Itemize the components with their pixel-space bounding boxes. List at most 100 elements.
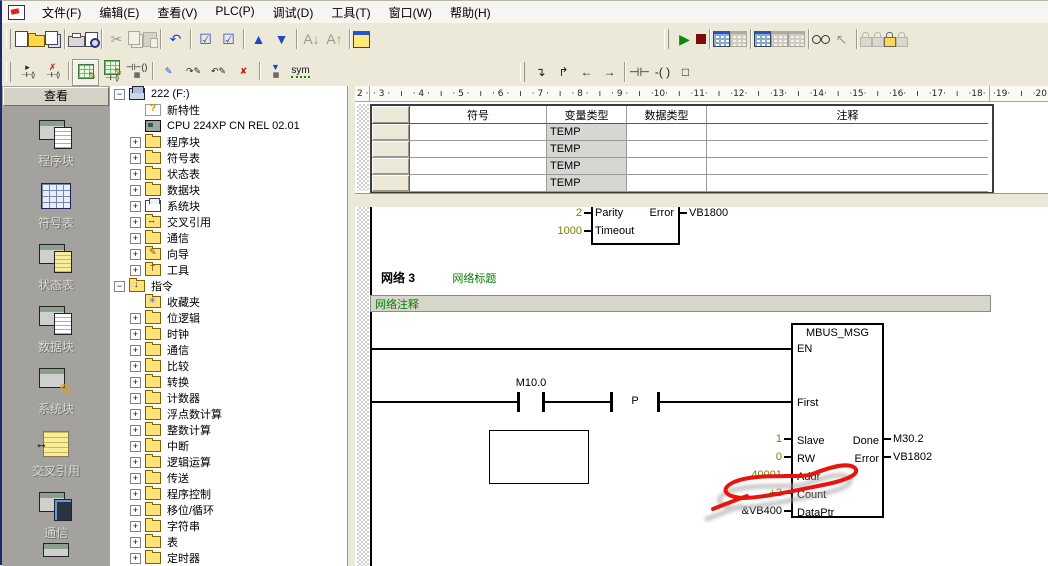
upload-icon[interactable]: ▲ <box>247 28 270 51</box>
sort-descending-icon[interactable]: A↑ <box>323 28 346 51</box>
tree-item[interactable]: + 定时器 <box>110 550 347 566</box>
tree-item[interactable]: + 中断 <box>110 438 347 454</box>
password-lock-icon[interactable] <box>884 37 896 47</box>
toolbar-grip[interactable] <box>664 29 669 49</box>
pause-program-status-icon[interactable] <box>730 31 747 47</box>
cut-icon[interactable]: ✂ <box>105 28 128 51</box>
tree-item[interactable]: + 向导 <box>110 246 347 262</box>
input-operand[interactable]: 2 <box>576 207 582 219</box>
input-operand[interactable]: 0 <box>776 451 782 463</box>
tree-item[interactable]: + 整数计算 <box>110 422 347 438</box>
line-left-icon[interactable]: ← <box>575 61 598 84</box>
expand-toggle[interactable]: + <box>130 473 141 484</box>
stop-icon[interactable] <box>696 34 706 44</box>
expand-toggle[interactable]: − <box>114 281 125 292</box>
delete-network-icon[interactable]: ✗ ⊣⊢() <box>40 60 65 85</box>
var-type-cell[interactable]: TEMP <box>547 158 627 175</box>
data-type-cell[interactable] <box>627 175 707 192</box>
unlock-icon[interactable] <box>872 37 884 47</box>
chart-status-icon[interactable] <box>754 31 771 47</box>
tree-item[interactable]: + 位逻辑 <box>110 310 347 326</box>
lock-upload-icon[interactable] <box>896 37 908 47</box>
tree-item[interactable]: + 系统块 <box>110 198 347 214</box>
expand-toggle[interactable]: + <box>130 201 141 212</box>
bookmark-glasses-icon[interactable] <box>812 35 830 44</box>
navbar-title[interactable]: 查看 <box>3 87 109 106</box>
expand-toggle[interactable]: + <box>130 249 141 260</box>
input-operand[interactable]: 1 <box>776 433 782 445</box>
save-all-icon[interactable] <box>45 31 58 45</box>
program-status-icon[interactable] <box>713 31 730 47</box>
expand-toggle[interactable]: + <box>130 489 141 500</box>
expand-toggle[interactable]: + <box>130 265 141 276</box>
positive-transition-contact[interactable]: P <box>613 395 657 407</box>
tree-item[interactable]: + 传送 <box>110 470 347 486</box>
expand-toggle[interactable]: − <box>114 89 125 100</box>
toolbar-grip[interactable] <box>6 62 11 82</box>
tree-item[interactable]: + 转换 <box>110 374 347 390</box>
erase-pen-icon[interactable]: ✘ <box>231 60 256 85</box>
single-read-icon[interactable] <box>771 31 788 47</box>
tree-item[interactable]: + 时钟 <box>110 326 347 342</box>
tree-item[interactable]: + 状态表 <box>110 166 347 182</box>
network-selection-margin[interactable] <box>357 207 369 566</box>
input-operand[interactable]: 40001 <box>751 469 782 481</box>
var-type-cell[interactable]: TEMP <box>547 175 627 192</box>
download-icon[interactable]: ▼ <box>270 28 293 51</box>
options-icon[interactable] <box>353 31 370 48</box>
sort-ascending-icon[interactable]: A↓ <box>300 28 323 51</box>
expand-toggle[interactable]: + <box>130 553 141 564</box>
expand-toggle[interactable]: + <box>130 409 141 420</box>
toolbar-grip[interactable] <box>520 62 525 82</box>
expand-toggle[interactable]: + <box>130 457 141 468</box>
output-operand[interactable]: M30.2 <box>893 433 924 445</box>
tree-item[interactable]: + 比较 <box>110 358 347 374</box>
symbol-cell[interactable] <box>410 175 547 192</box>
compile-all-icon[interactable]: ☑ <box>217 28 240 51</box>
expand-toggle[interactable]: + <box>130 329 141 340</box>
tree-item[interactable]: − 222 (F:) <box>110 86 347 102</box>
contact-icon[interactable]: ⊣⊢ <box>628 61 651 84</box>
output-operand[interactable]: VB1802 <box>893 451 932 463</box>
toolbar-grip[interactable] <box>6 29 11 49</box>
nav-status-chart[interactable]: 状态表 <box>2 231 110 293</box>
tree-item[interactable]: + 符号表 <box>110 150 347 166</box>
insert-network-icon[interactable]: ▸ ⊣⊢() <box>15 60 40 85</box>
input-operand[interactable]: +2 <box>769 487 782 499</box>
contact-m10-right-bar[interactable] <box>542 392 545 412</box>
expand-toggle[interactable]: + <box>130 377 141 388</box>
open-folder-icon[interactable] <box>28 35 45 47</box>
copy-icon[interactable] <box>128 31 140 45</box>
tree-item[interactable]: + 通信 <box>110 230 347 246</box>
draw-down-pen-icon[interactable]: ↷✎ <box>181 60 206 85</box>
new-file-icon[interactable] <box>15 31 28 47</box>
tree-item[interactable]: + 表 <box>110 534 347 550</box>
expand-toggle[interactable]: + <box>130 217 141 228</box>
nav-cross-reference[interactable]: ↔ 交叉引用 <box>2 417 110 479</box>
menu-item[interactable]: 查看(V) <box>148 2 206 23</box>
expand-toggle[interactable]: + <box>130 185 141 196</box>
tree-item[interactable]: + 计数器 <box>110 390 347 406</box>
expand-toggle[interactable]: + <box>130 425 141 436</box>
nav-program-block[interactable]: 程序块 <box>2 107 110 169</box>
menu-item[interactable]: 工具(T) <box>322 2 379 23</box>
menu-item[interactable]: 窗口(W) <box>380 2 441 23</box>
draw-pen-icon[interactable]: ✎ <box>156 60 181 85</box>
expand-toggle[interactable]: + <box>130 345 141 356</box>
undo-icon[interactable]: ↶ <box>164 28 187 51</box>
comment-cell[interactable] <box>707 141 988 158</box>
data-type-cell[interactable] <box>627 158 707 175</box>
row-header-cell[interactable] <box>372 124 410 141</box>
menu-item[interactable]: 调试(D) <box>264 2 323 23</box>
symbolic-addressing-icon[interactable]: sym <box>288 60 313 85</box>
input-operand[interactable]: &VB400 <box>742 505 782 517</box>
expand-toggle[interactable]: + <box>130 313 141 324</box>
nav-symbol-table[interactable]: 符号表 <box>2 169 110 231</box>
run-icon[interactable]: ▶ <box>673 28 696 51</box>
tree-item[interactable]: + 程序控制 <box>110 486 347 502</box>
coil-icon[interactable]: -( ) <box>651 61 674 84</box>
tree-item[interactable]: 新特性 <box>110 102 347 118</box>
var-type-cell[interactable]: TEMP <box>547 124 627 141</box>
tree-item[interactable]: + 字符串 <box>110 518 347 534</box>
toggle-pou-comments-icon[interactable] <box>72 59 99 86</box>
